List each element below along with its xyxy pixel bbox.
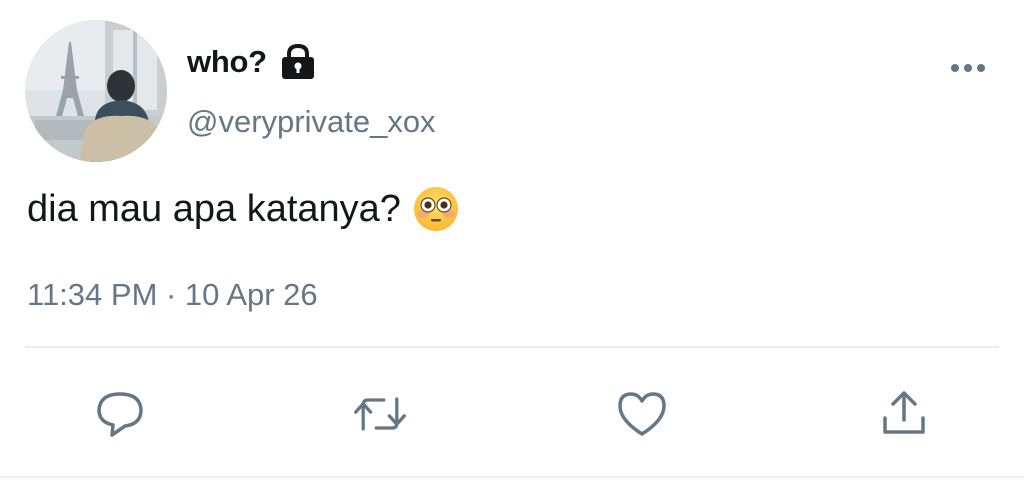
- share-button[interactable]: [876, 386, 932, 442]
- more-button[interactable]: [946, 54, 990, 82]
- avatar[interactable]: [25, 20, 167, 162]
- like-button[interactable]: [614, 386, 670, 442]
- more-horizontal-icon: [951, 64, 985, 72]
- display-name[interactable]: who?: [187, 44, 267, 80]
- tweet-text-content: dia mau apa katanya?: [27, 187, 401, 230]
- heart-icon: [618, 392, 666, 436]
- retweet-icon: [354, 397, 406, 431]
- tweet-card: who? @veryprivate_xox dia mau apa katany…: [0, 0, 1024, 493]
- bottom-divider: [0, 476, 1024, 478]
- retweet-button[interactable]: [352, 386, 408, 442]
- display-name-row: who?: [187, 42, 317, 82]
- avatar-image: [25, 20, 167, 162]
- reply-icon: [97, 392, 143, 437]
- tweet-timestamp[interactable]: 11:34 PM · 10 Apr 26: [27, 277, 318, 313]
- share-icon: [883, 391, 925, 434]
- reply-button[interactable]: [92, 386, 148, 442]
- lock-icon: [279, 44, 317, 80]
- flushed-face-icon: [413, 186, 459, 232]
- user-handle[interactable]: @veryprivate_xox: [187, 104, 436, 140]
- tweet-text: dia mau apa katanya?: [27, 186, 459, 232]
- divider: [25, 346, 999, 348]
